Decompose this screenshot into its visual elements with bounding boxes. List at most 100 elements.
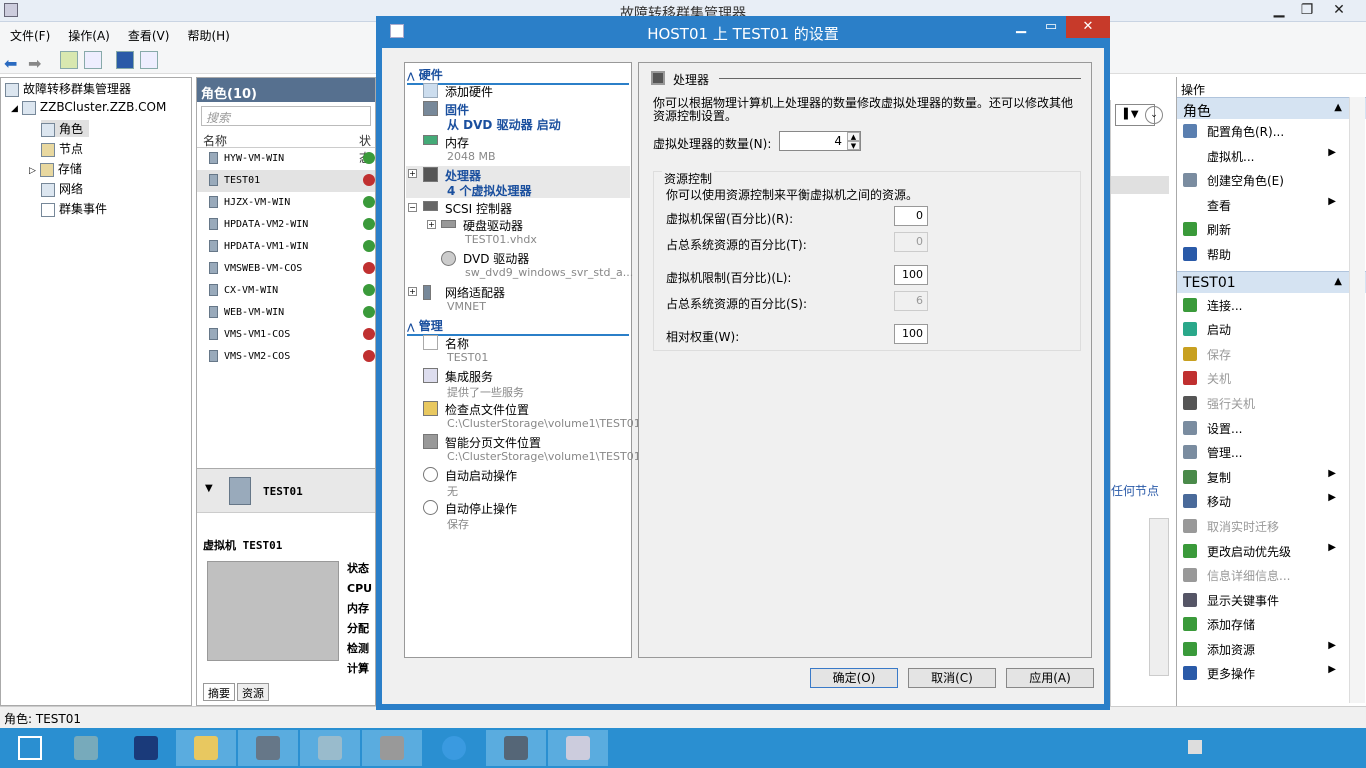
action-item[interactable]: 帮助 <box>1177 242 1366 267</box>
flag-icon[interactable] <box>1188 740 1202 754</box>
explorer-taskbar[interactable] <box>176 730 236 766</box>
table-row[interactable]: HPDATA-VM1-WIN <box>197 236 375 258</box>
tree-item-roles[interactable]: 角色 <box>41 120 90 137</box>
col-name[interactable]: 名称 <box>203 134 227 148</box>
table-row[interactable]: VMS-VM1-COS <box>197 324 375 346</box>
nav-hard-drive[interactable]: 硬盘驱动器 <box>463 217 523 234</box>
table-row[interactable]: WEB-VM-WIN <box>197 302 375 324</box>
stepper-up-icon[interactable]: ▲ <box>847 132 860 141</box>
action-item[interactable]: 连接... <box>1177 293 1366 318</box>
nav-checkpoint[interactable]: 检查点文件位置 <box>445 401 529 418</box>
tree-cluster[interactable]: ◢ ZZBCluster.ZZB.COM <box>11 100 166 115</box>
table-row[interactable]: CX-VM-WIN <box>197 280 375 302</box>
table-row[interactable]: HPDATA-VM2-WIN <box>197 214 375 236</box>
dialog-minimize-button[interactable]: ▁ <box>1006 16 1036 38</box>
nav-scsi[interactable]: SCSI 控制器 <box>445 200 512 217</box>
action-item[interactable]: 复制 ▶ <box>1177 465 1366 490</box>
action-item[interactable]: 关机 <box>1177 366 1366 391</box>
expand-icon[interactable]: + <box>408 287 417 296</box>
powershell-taskbar[interactable] <box>116 730 176 766</box>
action-item[interactable]: 添加资源 ▶ <box>1177 637 1366 662</box>
table-row[interactable]: VMSWEB-VM-COS <box>197 258 375 280</box>
collapse-icon[interactable]: ▼ <box>205 483 213 494</box>
table-row[interactable]: HJZX-VM-WIN <box>197 192 375 214</box>
action-item[interactable]: 配置角色(R)... <box>1177 119 1366 144</box>
weight-input[interactable]: 100 <box>894 324 928 344</box>
nav-network-adapter[interactable]: 网络适配器 <box>445 284 505 301</box>
action-item[interactable]: 保存 <box>1177 342 1366 367</box>
action-item[interactable]: 强行关机 <box>1177 391 1366 416</box>
tab-summary[interactable]: 摘要 <box>203 683 235 701</box>
table-row[interactable]: TEST01 <box>197 170 375 192</box>
show-hide-tree-icon[interactable] <box>84 51 102 69</box>
nav-memory[interactable]: 内存 <box>445 134 469 151</box>
tree-item-networks[interactable]: 网络 <box>41 180 83 197</box>
action-item[interactable]: 添加存储 <box>1177 612 1366 637</box>
action-item[interactable]: 更改启动优先级 ▶ <box>1177 539 1366 564</box>
nav-paging[interactable]: 智能分页文件位置 <box>445 434 541 451</box>
section-hardware[interactable]: ⋀ 硬件 <box>407 66 629 85</box>
apply-button[interactable]: 应用(A) <box>1006 668 1094 688</box>
action-item[interactable]: 信息详细信息... <box>1177 563 1366 588</box>
menu-help[interactable]: 帮助(H) <box>177 22 237 44</box>
actions-scrollbar[interactable] <box>1349 97 1365 703</box>
hyperv-manager-taskbar[interactable] <box>238 730 298 766</box>
menu-file[interactable]: 文件(F) <box>0 22 58 44</box>
action-item[interactable]: 设置... <box>1177 416 1366 441</box>
forward-icon[interactable]: ➡ <box>28 56 46 75</box>
collapse-icon[interactable]: − <box>408 203 417 212</box>
nav-autostop[interactable]: 自动停止操作 <box>445 500 517 517</box>
help-icon[interactable] <box>116 51 134 69</box>
action-item[interactable]: 虚拟机... ▶ <box>1177 144 1366 169</box>
server-manager-taskbar[interactable] <box>56 730 116 766</box>
detail-scrollbar[interactable] <box>1149 518 1169 676</box>
remote-desktop-taskbar[interactable] <box>486 730 546 766</box>
ok-button[interactable]: 确定(O) <box>810 668 898 688</box>
action-item[interactable]: 启动 <box>1177 317 1366 342</box>
expand-icon[interactable]: + <box>427 220 436 229</box>
start-button[interactable] <box>0 730 60 766</box>
nav-name[interactable]: 名称 <box>445 335 469 352</box>
table-row[interactable]: VMS-VM2-COS <box>197 346 375 368</box>
action-item[interactable]: 移动 ▶ <box>1177 489 1366 514</box>
close-button[interactable]: ✕ <box>1322 0 1356 20</box>
action-item[interactable]: 取消实时迁移 <box>1177 514 1366 539</box>
back-icon[interactable]: ⬅ <box>4 56 22 75</box>
section-management[interactable]: ⋀ 管理 <box>407 317 629 336</box>
tree-item-events[interactable]: 群集事件 <box>41 200 107 217</box>
cluster-manager-taskbar[interactable] <box>300 730 360 766</box>
maximize-button[interactable]: ❐ <box>1290 0 1324 20</box>
table-row[interactable]: HYW-VM-WIN <box>197 148 375 170</box>
tab-resources[interactable]: 资源 <box>237 683 269 701</box>
cancel-button[interactable]: 取消(C) <box>908 668 996 688</box>
action-item[interactable]: 刷新 <box>1177 217 1366 242</box>
any-node-link[interactable]: 任何节点 <box>1111 482 1159 499</box>
dialog-maximize-button[interactable]: ▭ <box>1036 16 1066 38</box>
stepper-down-icon[interactable]: ▼ <box>847 141 860 150</box>
action-item[interactable]: 显示关键事件 <box>1177 588 1366 613</box>
dialog-close-button[interactable]: ✕ <box>1066 16 1110 38</box>
action-item[interactable]: 管理... <box>1177 440 1366 465</box>
tree-root[interactable]: 故障转移群集管理器 <box>5 80 131 97</box>
action-item[interactable]: 更多操作 ▶ <box>1177 661 1366 686</box>
tree-item-nodes[interactable]: 节点 <box>41 140 83 157</box>
menu-action[interactable]: 操作(A) <box>58 22 118 44</box>
nav-integration[interactable]: 集成服务 <box>445 368 493 385</box>
actions-section-vm[interactable]: TEST01 ▲ <box>1177 270 1366 293</box>
limit-input[interactable]: 100 <box>894 265 928 285</box>
task-manager-taskbar[interactable] <box>548 730 608 766</box>
nav-add-hardware[interactable]: 添加硬件 <box>445 83 493 100</box>
action-item[interactable]: 创建空角色(E) <box>1177 168 1366 193</box>
expand-icon[interactable]: ⌄ <box>1145 106 1163 124</box>
reserve-input[interactable]: 0 <box>894 206 928 226</box>
roles-search-input[interactable]: 搜索 <box>201 106 371 126</box>
ie-taskbar[interactable] <box>424 730 484 766</box>
nav-dvd[interactable]: DVD 驱动器 <box>463 250 529 267</box>
expand-icon[interactable]: + <box>408 169 417 178</box>
menu-view[interactable]: 查看(V) <box>118 22 178 44</box>
nav-autostart[interactable]: 自动启动操作 <box>445 467 517 484</box>
tree-item-storage[interactable]: ▷ 存储 <box>29 160 82 177</box>
action-pane-icon[interactable] <box>140 51 158 69</box>
up-folder-icon[interactable] <box>60 51 78 69</box>
tools-taskbar[interactable] <box>362 730 422 766</box>
